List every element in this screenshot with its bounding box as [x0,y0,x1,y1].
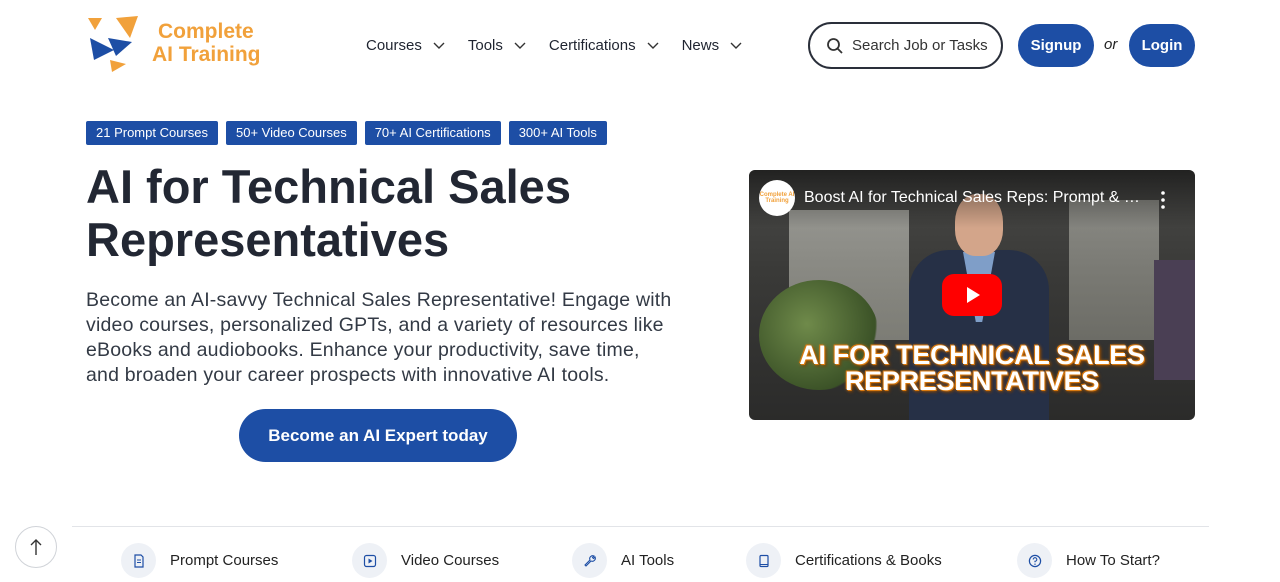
book-icon [746,543,781,578]
video-overlay-text: AI FOR TECHNICAL SALES REPRESENTATIVES [749,342,1195,396]
page-title: AI for Technical Sales Representatives [86,160,686,266]
page-title-line2: Representatives [86,213,450,266]
tag-prompt-courses[interactable]: 21 Prompt Courses [86,121,218,145]
nav-certifications[interactable]: Certifications [549,34,660,56]
play-icon [967,287,980,303]
bottom-nav-label: Video Courses [401,552,500,569]
video-title[interactable]: Boost AI for Technical Sales Reps: Promp… [804,189,1144,207]
nav-tools-label: Tools [467,36,503,54]
site-logo[interactable]: Complete AI Training [86,16,266,72]
nav-certifications-label: Certifications [548,36,636,54]
play-button[interactable] [942,274,1002,316]
feature-tags: 21 Prompt Courses 50+ Video Courses 70+ … [86,121,615,145]
logo-line1: Complete [158,20,254,43]
main-nav: Courses Tools Certifications News [366,34,765,56]
bottom-nav-label: Certifications & Books [795,552,942,569]
search-icon [827,37,843,54]
tag-ai-tools[interactable]: 300+ AI Tools [508,121,607,145]
arrow-up-icon [30,539,42,555]
document-icon [121,543,156,578]
bottom-nav-label: Prompt Courses [170,552,279,569]
signup-button[interactable]: Signup [1018,24,1094,67]
bottom-nav-prompt-courses[interactable]: Prompt Courses [121,543,278,578]
bottom-nav-video-courses[interactable]: Video Courses [352,543,499,578]
bottom-nav-how-to-start[interactable]: How To Start? [1017,543,1160,578]
bottom-nav-certifications-books[interactable]: Certifications & Books [746,543,942,578]
hero-description: Become an AI-savvy Technical Sales Repre… [86,289,672,386]
or-label: or [1104,36,1118,53]
chevron-down-icon [514,42,526,49]
nav-news-label: News [681,36,720,54]
bottom-nav-ai-tools[interactable]: AI Tools [572,543,674,578]
logo-text: Complete AI Training [152,20,261,66]
page-title-line1: AI for Technical Sales [86,160,571,213]
video-player[interactable]: Complete AI Training Boost AI for Techni… [749,170,1195,420]
search-placeholder: Search Job or Tasks [852,37,988,54]
chevron-down-icon [730,42,742,49]
logo-line2: AI Training [152,43,261,66]
question-icon [1017,543,1052,578]
nav-courses-label: Courses [366,36,422,54]
tag-video-courses[interactable]: 50+ Video Courses [226,121,357,145]
tag-ai-certifications[interactable]: 70+ AI Certifications [364,121,501,145]
logo-mark-icon [88,16,138,72]
search-input[interactable]: Search Job or Tasks [808,22,1003,69]
nav-news[interactable]: News [682,34,744,56]
nav-tools[interactable]: Tools [468,34,527,56]
play-square-icon [352,543,387,578]
cta-button[interactable]: Become an AI Expert today [239,409,517,462]
login-button[interactable]: Login [1129,24,1195,67]
chevron-down-icon [433,42,445,49]
bottom-nav-label: How To Start? [1066,552,1160,569]
divider [72,526,1209,527]
video-overlay-line2: REPRESENTATIVES [844,366,1100,396]
chevron-down-icon [647,42,659,49]
more-options-icon[interactable] [1159,190,1167,210]
scroll-to-top-button[interactable] [15,526,57,568]
nav-courses[interactable]: Courses [366,34,446,56]
bottom-nav-label: AI Tools [621,552,675,569]
wrench-icon [572,543,607,578]
channel-avatar[interactable]: Complete AI Training [759,180,795,216]
